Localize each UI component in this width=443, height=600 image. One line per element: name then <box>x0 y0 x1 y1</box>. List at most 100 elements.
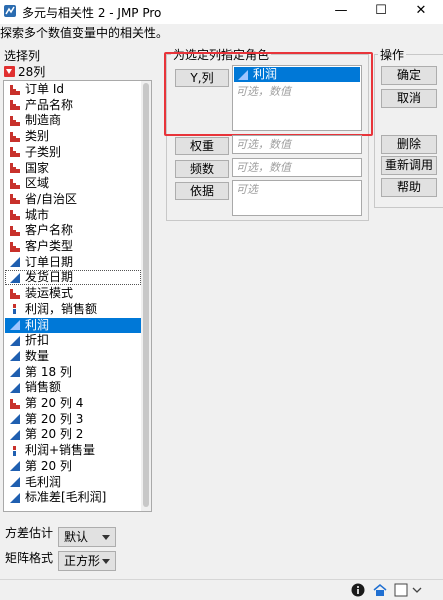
role-item-label: 利润 <box>253 67 278 81</box>
multiple-response-icon <box>9 445 21 457</box>
nominal-icon <box>9 178 21 190</box>
by-role-box[interactable]: 可选 <box>232 180 362 216</box>
nominal-icon <box>9 84 21 96</box>
list-item[interactable]: 国家 <box>5 161 141 176</box>
list-item[interactable]: 利润 <box>5 317 141 333</box>
list-item-label: 毛利润 <box>25 474 62 489</box>
continuous-icon <box>9 335 21 347</box>
weight-role-box[interactable]: 可选，数值 <box>232 135 362 154</box>
dropdown-arrow-icon[interactable] <box>4 66 15 77</box>
list-item-label: 产品名称 <box>25 97 74 112</box>
nominal-icon <box>9 99 21 111</box>
list-item[interactable]: 折扣 <box>5 333 141 348</box>
list-item[interactable]: 子类别 <box>5 145 141 160</box>
recall-button[interactable]: 重新调用 <box>381 156 437 175</box>
nominal-icon <box>9 225 21 237</box>
list-item[interactable]: 区域 <box>5 176 141 191</box>
help-button[interactable]: 帮助 <box>381 178 437 197</box>
list-item[interactable]: 第 20 列 4 <box>5 396 141 411</box>
freq-role-box[interactable]: 可选，数值 <box>232 158 362 177</box>
nominal-icon <box>9 162 21 174</box>
list-item[interactable]: 利润，销售额 <box>5 302 141 317</box>
home-icon[interactable] <box>372 583 388 597</box>
maximize-button[interactable]: ☐ <box>363 0 399 24</box>
list-item[interactable]: 制造商 <box>5 113 141 128</box>
role-item-profit[interactable]: 利润 <box>234 67 360 82</box>
freq-button[interactable]: 频数 <box>175 160 229 178</box>
variance-estimate-label: 方差估计 <box>5 526 54 540</box>
list-item-label: 第 20 列 2 <box>25 427 84 442</box>
nominal-icon <box>9 193 21 205</box>
window-list-icon[interactable] <box>394 583 410 597</box>
list-item[interactable]: 城市 <box>5 208 141 223</box>
list-item[interactable]: 第 18 列 <box>5 365 141 380</box>
chevron-down-icon <box>102 535 110 540</box>
ok-button[interactable]: 确定 <box>381 66 437 85</box>
continuous-icon <box>9 350 21 362</box>
list-item[interactable]: 标准差[毛利润] <box>5 490 141 505</box>
list-item[interactable]: 订单 Id <box>5 82 141 97</box>
list-item[interactable]: 客户类型 <box>5 239 141 254</box>
y-role-box[interactable]: 利润 可选，数值 <box>232 65 362 131</box>
list-item[interactable]: 发货日期 <box>5 270 141 286</box>
list-item-label: 利润，销售额 <box>25 301 98 316</box>
list-item-label: 客户类型 <box>25 239 74 253</box>
list-item[interactable]: 第 20 列 3 <box>5 412 141 427</box>
close-button[interactable]: ✕ <box>403 0 439 24</box>
list-item-label: 国家 <box>25 160 50 175</box>
continuous-icon <box>9 413 21 425</box>
continuous-icon <box>237 69 249 81</box>
list-item-label: 发货日期 <box>25 270 74 285</box>
list-item[interactable]: 客户名称 <box>5 223 141 238</box>
list-item-label: 数量 <box>25 348 50 363</box>
cancel-button[interactable]: 取消 <box>381 89 437 108</box>
platform-hint: 探索多个数值变量中的相关性。 <box>0 26 169 40</box>
chevron-down-icon[interactable] <box>412 583 428 597</box>
list-item[interactable]: 装运模式 <box>5 286 141 301</box>
list-item[interactable]: 利润+销售量 <box>5 443 141 458</box>
list-item-label: 第 20 列 <box>25 458 72 473</box>
column-list[interactable]: 订单 Id 产品名称 制造商 类别 子类别 国家 区域 省/自治区 城市 客户名称 客户类型订单日期… <box>3 80 152 512</box>
window-title: 多元与相关性 2 - JMP Pro <box>22 6 162 20</box>
list-item-label: 第 20 列 4 <box>25 396 84 410</box>
remove-button[interactable]: 删除 <box>381 135 437 154</box>
matrix-format-select[interactable]: 正方形 <box>58 551 116 571</box>
y-columns-button[interactable]: Y,列 <box>175 69 229 87</box>
minimize-button[interactable]: — <box>323 0 359 24</box>
weight-button[interactable]: 权重 <box>175 137 229 155</box>
list-item[interactable]: 毛利润 <box>5 475 141 490</box>
continuous-icon <box>9 366 21 378</box>
jmp-app-icon <box>3 4 17 18</box>
nominal-icon <box>9 131 21 143</box>
list-item-label: 区域 <box>25 176 50 191</box>
list-item-label: 类别 <box>25 129 50 144</box>
list-item[interactable]: 订单日期 <box>5 255 141 270</box>
nominal-icon <box>9 209 21 221</box>
continuous-icon <box>9 476 21 488</box>
list-item[interactable]: 产品名称 <box>5 98 141 113</box>
continuous-icon <box>9 256 21 268</box>
column-count[interactable]: 28列 <box>4 63 45 80</box>
info-icon[interactable] <box>351 583 367 597</box>
list-item-label: 利润 <box>25 317 50 332</box>
column-list-scrollbar[interactable] <box>141 81 151 511</box>
matrix-format-value: 正方形 <box>64 554 101 568</box>
by-button[interactable]: 依据 <box>175 182 229 200</box>
select-columns-label: 选择列 <box>4 49 41 63</box>
list-item[interactable]: 销售额 <box>5 380 141 395</box>
list-item[interactable]: 数量 <box>5 349 141 364</box>
y-role-placeholder: 可选，数值 <box>236 85 291 98</box>
list-item[interactable]: 省/自治区 <box>5 192 141 207</box>
list-item-label: 订单 Id <box>25 82 64 96</box>
actions-group-title: 操作 <box>378 46 407 63</box>
continuous-icon <box>9 492 21 504</box>
list-item[interactable]: 第 20 列 <box>5 459 141 474</box>
list-item[interactable]: 类别 <box>5 129 141 144</box>
scrollbar-thumb[interactable] <box>143 83 149 507</box>
continuous-icon <box>9 460 21 472</box>
list-item[interactable]: 第 20 列 2 <box>5 427 141 442</box>
list-item-label: 子类别 <box>25 144 62 159</box>
continuous-icon <box>9 319 21 331</box>
by-placeholder: 可选 <box>236 183 258 196</box>
variance-estimate-select[interactable]: 默认 <box>58 527 116 547</box>
